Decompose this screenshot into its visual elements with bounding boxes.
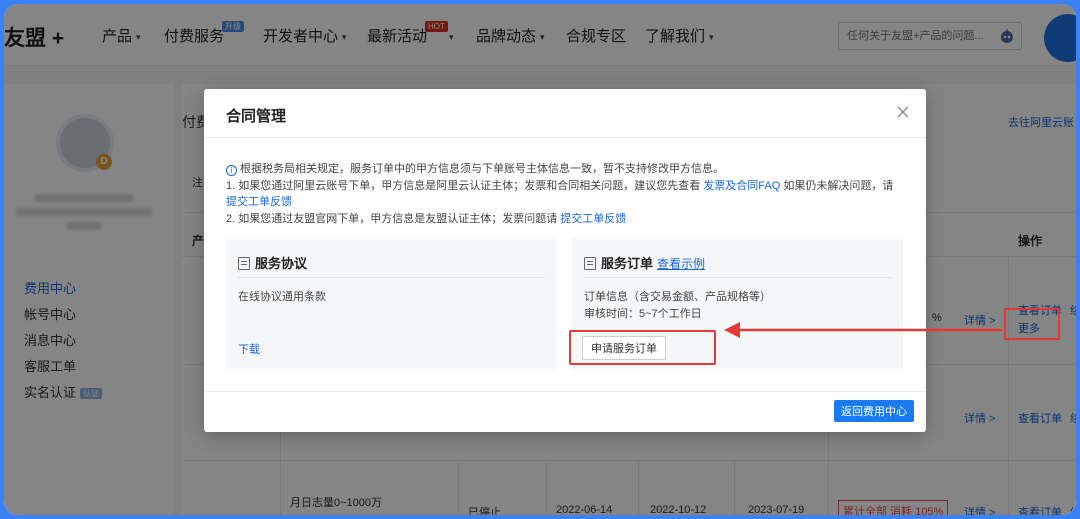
annotation-highlight-more [1004, 308, 1060, 340]
annotation-highlight-apply [569, 330, 716, 365]
submit-ticket-link-2[interactable]: 提交工单反馈 [560, 213, 626, 225]
info-icon: i [226, 165, 237, 176]
tax-notice: i 根据税务局相关规定，服务订单中的甲方信息须与下单账号主体信息一致，暂不支持修改… [226, 163, 894, 225]
document-icon [238, 257, 250, 270]
service-agreement-card: 服务协议 在线协议通用条款 下载 [226, 239, 557, 369]
return-to-billing-button[interactable]: 返回费用中心 [834, 400, 914, 422]
dialog-title: 合同管理 [226, 108, 287, 125]
invoice-contract-faq-link[interactable]: 发票及合同FAQ [703, 180, 780, 192]
service-order-title: 服务订单 [601, 256, 654, 271]
contract-management-dialog: 合同管理 i 根据税务局相关规定，服务订单中的甲方信息须与下单账号主体信息一致，暂… [204, 89, 926, 432]
service-agreement-desc: 在线协议通用条款 [238, 291, 326, 303]
app-frame: 友盟 + 产品 ▾ 付费服务 升级 开发者中心 ▾ 最新活动 ▾ HOT 品牌动态 ▾ … [4, 4, 1076, 515]
close-icon[interactable] [896, 105, 910, 119]
submit-ticket-link-1[interactable]: 提交工单反馈 [226, 196, 292, 208]
document-icon [584, 257, 596, 270]
service-order-desc: 订单信息（含交易金额、产品规格等） [584, 291, 771, 303]
service-agreement-title: 服务协议 [255, 256, 308, 271]
review-time: 审核时间：5~7个工作日 [584, 308, 702, 320]
download-link[interactable]: 下载 [238, 341, 260, 357]
view-example-link[interactable]: 查看示例 [657, 257, 705, 271]
